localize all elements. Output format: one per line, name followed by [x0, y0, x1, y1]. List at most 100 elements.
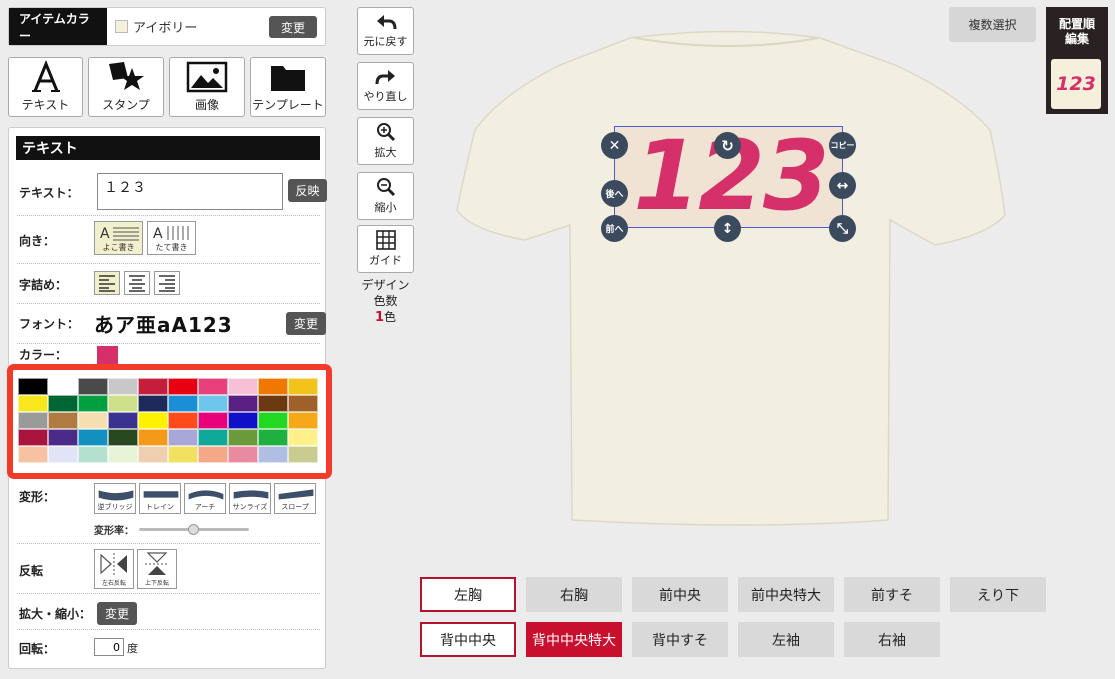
- text-tool-button[interactable]: テキスト: [8, 57, 83, 117]
- order-thumbnail[interactable]: 123: [1051, 59, 1101, 109]
- palette-color-18[interactable]: [258, 395, 288, 412]
- send-back-handle[interactable]: 後へ: [601, 180, 628, 207]
- position-back-0[interactable]: 背中中央: [420, 622, 516, 657]
- palette-color-38[interactable]: [258, 429, 288, 446]
- vertical-writing-button[interactable]: A たて書き: [147, 221, 196, 255]
- palette-color-5[interactable]: [168, 378, 198, 395]
- resize-handle[interactable]: ⤡: [829, 215, 856, 242]
- palette-color-35[interactable]: [168, 429, 198, 446]
- position-front-1[interactable]: 右胸: [526, 577, 622, 612]
- palette-color-29[interactable]: [288, 412, 318, 429]
- palette-color-12[interactable]: [78, 395, 108, 412]
- stretch-vertical-handle[interactable]: ↕: [714, 215, 741, 242]
- align-left-button[interactable]: [94, 271, 120, 295]
- palette-color-48[interactable]: [258, 446, 288, 463]
- redo-button[interactable]: やり直し: [357, 62, 414, 110]
- palette-color-47[interactable]: [228, 446, 258, 463]
- apply-button[interactable]: 反映: [288, 179, 327, 202]
- align-right-button[interactable]: [154, 271, 180, 295]
- deform-option-4[interactable]: スロープ: [274, 483, 316, 514]
- palette-color-25[interactable]: [168, 412, 198, 429]
- palette-color-46[interactable]: [198, 446, 228, 463]
- palette-color-16[interactable]: [198, 395, 228, 412]
- palette-color-13[interactable]: [108, 395, 138, 412]
- horizontal-writing-button[interactable]: A よこ書き: [94, 221, 143, 255]
- palette-color-32[interactable]: [78, 429, 108, 446]
- palette-color-21[interactable]: [48, 412, 78, 429]
- image-tool-button[interactable]: 画像: [169, 57, 245, 117]
- order-edit-button[interactable]: 配置順 編集 123: [1046, 7, 1108, 114]
- palette-color-20[interactable]: [18, 412, 48, 429]
- stretch-horizontal-handle[interactable]: ↔: [829, 172, 856, 199]
- palette-color-31[interactable]: [48, 429, 78, 446]
- palette-color-36[interactable]: [198, 429, 228, 446]
- palette-color-19[interactable]: [288, 395, 318, 412]
- item-color-change-button[interactable]: 変更: [269, 16, 317, 38]
- palette-color-1[interactable]: [48, 378, 78, 395]
- flip-horizontal-button[interactable]: 左右反転: [94, 549, 134, 589]
- position-back-4[interactable]: 右袖: [844, 622, 940, 657]
- bring-front-handle[interactable]: 前へ: [601, 215, 628, 242]
- undo-button[interactable]: 元に戻す: [357, 7, 414, 55]
- palette-color-42[interactable]: [78, 446, 108, 463]
- palette-color-33[interactable]: [108, 429, 138, 446]
- palette-color-27[interactable]: [228, 412, 258, 429]
- palette-color-28[interactable]: [258, 412, 288, 429]
- palette-color-44[interactable]: [138, 446, 168, 463]
- palette-color-2[interactable]: [78, 378, 108, 395]
- palette-color-23[interactable]: [108, 412, 138, 429]
- zoom-out-button[interactable]: 縮小: [357, 172, 414, 220]
- palette-color-39[interactable]: [288, 429, 318, 446]
- rotate-handle[interactable]: ↻: [714, 132, 741, 159]
- current-color-swatch[interactable]: [97, 346, 118, 366]
- deform-rate-slider[interactable]: [139, 524, 249, 535]
- scale-change-button[interactable]: 変更: [97, 602, 137, 625]
- palette-color-22[interactable]: [78, 412, 108, 429]
- palette-color-4[interactable]: [138, 378, 168, 395]
- palette-color-43[interactable]: [108, 446, 138, 463]
- palette-color-8[interactable]: [258, 378, 288, 395]
- deform-option-2[interactable]: アーチ: [184, 483, 226, 514]
- palette-color-40[interactable]: [18, 446, 48, 463]
- palette-color-6[interactable]: [198, 378, 228, 395]
- position-back-3[interactable]: 左袖: [738, 622, 834, 657]
- delete-handle[interactable]: ✕: [601, 132, 628, 159]
- template-tool-button[interactable]: テンプレート: [250, 57, 326, 117]
- deform-option-1[interactable]: トレイン: [139, 483, 181, 514]
- position-front-0[interactable]: 左胸: [420, 577, 516, 612]
- deform-rate-knob[interactable]: [188, 524, 199, 535]
- palette-color-15[interactable]: [168, 395, 198, 412]
- palette-color-17[interactable]: [228, 395, 258, 412]
- position-front-4[interactable]: 前すそ: [844, 577, 940, 612]
- zoom-in-button[interactable]: 拡大: [357, 117, 414, 165]
- deform-option-0[interactable]: 逆ブリッジ: [94, 483, 136, 514]
- position-back-1[interactable]: 背中中央特大: [526, 622, 622, 657]
- palette-color-14[interactable]: [138, 395, 168, 412]
- palette-color-10[interactable]: [18, 395, 48, 412]
- palette-color-11[interactable]: [48, 395, 78, 412]
- guide-button[interactable]: ガイド: [357, 225, 414, 273]
- font-change-button[interactable]: 変更: [286, 312, 326, 335]
- palette-color-24[interactable]: [138, 412, 168, 429]
- palette-color-34[interactable]: [138, 429, 168, 446]
- text-input[interactable]: １２３: [97, 173, 283, 210]
- position-back-2[interactable]: 背中すそ: [632, 622, 728, 657]
- flip-vertical-button[interactable]: 上下反転: [137, 549, 177, 589]
- stamp-tool-button[interactable]: スタンプ: [88, 57, 164, 117]
- palette-color-9[interactable]: [288, 378, 318, 395]
- position-front-5[interactable]: えり下: [950, 577, 1046, 612]
- palette-color-7[interactable]: [228, 378, 258, 395]
- palette-color-37[interactable]: [228, 429, 258, 446]
- position-front-3[interactable]: 前中央特大: [738, 577, 834, 612]
- palette-color-30[interactable]: [18, 429, 48, 446]
- palette-color-49[interactable]: [288, 446, 318, 463]
- copy-handle[interactable]: コピー: [829, 132, 856, 159]
- deform-option-3[interactable]: サンライズ: [229, 483, 271, 514]
- rotate-input[interactable]: [94, 638, 124, 656]
- palette-color-41[interactable]: [48, 446, 78, 463]
- palette-color-26[interactable]: [198, 412, 228, 429]
- align-center-button[interactable]: [124, 271, 150, 295]
- palette-color-45[interactable]: [168, 446, 198, 463]
- palette-color-3[interactable]: [108, 378, 138, 395]
- palette-color-0[interactable]: [18, 378, 48, 395]
